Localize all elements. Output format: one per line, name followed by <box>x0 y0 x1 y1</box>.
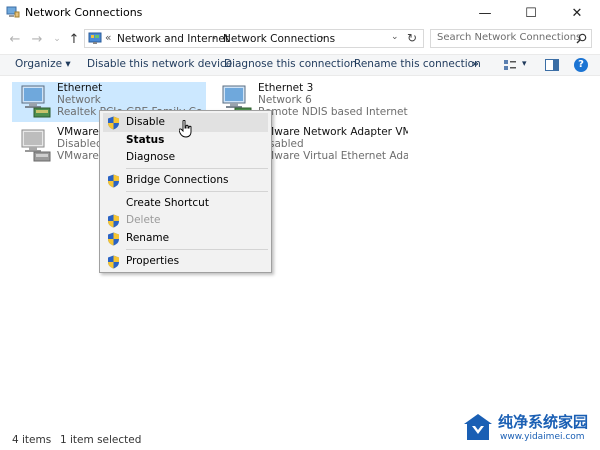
refresh-icon[interactable]: ↻ <box>407 31 417 45</box>
control-panel-icon <box>88 32 102 44</box>
menu-separator <box>126 249 268 250</box>
help-button[interactable]: ? <box>574 58 588 72</box>
command-bar: Organize ▾ Disable this network device D… <box>0 54 600 76</box>
menu-item-rename[interactable]: Rename <box>103 229 268 248</box>
diagnose-connection-button[interactable]: Diagnose this connection <box>224 58 357 70</box>
breadcrumb-overflow[interactable]: « <box>105 32 111 44</box>
search-box[interactable]: Search Network Connections <box>430 29 592 48</box>
watermark-brand: 纯净系统家园 <box>498 413 589 431</box>
back-button[interactable]: ← <box>6 31 24 47</box>
rename-connection-button[interactable]: Rename this connection <box>354 58 481 70</box>
back-arrow-icon: ← <box>9 31 21 47</box>
forward-arrow-icon: → <box>31 31 43 47</box>
search-icon[interactable] <box>576 33 587 44</box>
address-bar-row: ← → ⌄ ↑ « Network and Internet › Network… <box>0 26 600 52</box>
help-icon: ? <box>578 59 584 70</box>
adapter-status: Disabled <box>57 138 103 150</box>
menu-item-label: Delete <box>126 214 161 226</box>
menu-item-label: Rename <box>126 232 170 244</box>
item-count: 4 items <box>12 434 52 446</box>
menu-item-label: Diagnose <box>126 151 176 163</box>
maximize-button[interactable]: ☐ <box>508 0 554 26</box>
address-box[interactable]: « Network and Internet › Network Connect… <box>84 29 424 48</box>
adapter-name: Ethernet <box>57 82 103 94</box>
menu-item-label: Properties <box>126 255 180 267</box>
maximize-icon: ☐ <box>525 5 537 21</box>
uac-shield-icon <box>108 232 119 246</box>
breadcrumb-separator[interactable]: › <box>320 32 324 44</box>
uac-shield-icon <box>108 214 119 228</box>
menu-item-properties[interactable]: Properties <box>103 252 268 271</box>
menu-item-delete: Delete <box>103 211 268 230</box>
view-options-dropdown[interactable]: ▾ <box>522 59 527 69</box>
menu-item-label: Bridge Connections <box>126 174 229 186</box>
organize-menu[interactable]: Organize ▾ <box>15 58 71 70</box>
adapter-status: Network <box>57 94 101 106</box>
network-adapter-icon <box>21 85 51 118</box>
menu-item-diagnose[interactable]: Diagnose <box>103 148 268 167</box>
adapter-name: VMware Network Adapter VMnet8 <box>258 126 408 138</box>
adapter-device: Remote NDIS based Internet Shari... <box>258 106 408 118</box>
uac-shield-icon <box>108 255 119 269</box>
menu-item-label: Disable <box>126 116 165 128</box>
address-dropdown-icon[interactable]: ⌄ <box>391 32 399 42</box>
adapter-name: Ethernet 3 <box>258 82 314 94</box>
network-connections-icon <box>6 6 20 18</box>
menu-separator <box>126 168 268 169</box>
close-icon: ✕ <box>571 5 583 21</box>
uac-shield-icon <box>108 174 119 188</box>
title-bar: Network Connections — ☐ ✕ <box>0 0 600 26</box>
more-commands-button[interactable]: » <box>472 58 479 70</box>
chevron-down-icon: ⌄ <box>53 34 61 44</box>
watermark-url: www.yidaimei.com <box>500 432 585 442</box>
forward-button[interactable]: → <box>28 31 46 47</box>
window-title: Network Connections <box>25 6 143 19</box>
menu-item-label: Status <box>126 134 165 146</box>
close-button[interactable]: ✕ <box>554 0 600 26</box>
hand-cursor-icon <box>179 120 192 138</box>
up-arrow-icon: ↑ <box>68 31 80 47</box>
view-options-icon[interactable] <box>503 59 517 71</box>
watermark-logo-icon <box>464 414 492 440</box>
network-adapter-disabled-icon <box>21 129 51 162</box>
adapter-device: VMware Virtual Ethernet Adapter ... <box>258 150 408 162</box>
breadcrumb-separator[interactable]: › <box>212 32 216 44</box>
disable-device-button[interactable]: Disable this network device <box>87 58 232 70</box>
preview-pane-icon[interactable] <box>545 59 559 71</box>
breadcrumb-network-connections[interactable]: Network Connections <box>223 33 335 45</box>
menu-separator <box>126 191 268 192</box>
adapter-status: Network 6 <box>258 94 312 106</box>
search-placeholder: Search Network Connections <box>437 32 582 43</box>
minimize-icon: — <box>478 5 492 21</box>
recent-locations-button[interactable]: ⌄ <box>48 31 66 47</box>
menu-item-bridge-connections[interactable]: Bridge Connections <box>103 171 268 190</box>
minimize-button[interactable]: — <box>462 0 508 26</box>
up-button[interactable]: ↑ <box>65 31 83 47</box>
uac-shield-icon <box>108 116 119 130</box>
selected-count: 1 item selected <box>60 434 142 446</box>
menu-item-label: Create Shortcut <box>126 197 209 209</box>
watermark: 纯净系统家园 www.yidaimei.com <box>462 410 597 446</box>
